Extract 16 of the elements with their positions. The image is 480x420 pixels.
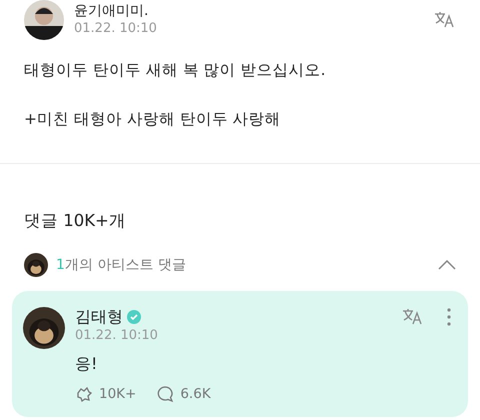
translate-icon[interactable]: [434, 10, 456, 30]
post-text: 태형이두 탄이두 새해 복 많이 받으십시오.: [24, 60, 327, 81]
author-name: 윤기애미미.: [74, 2, 150, 20]
like-count: 10K+: [99, 386, 136, 402]
comment-time: 01.22. 10:10: [75, 327, 159, 345]
post-time: 01.22. 10:10: [74, 20, 158, 38]
artist-comment-summary[interactable]: 1개의 아티스트 댓글: [56, 256, 430, 274]
post-text: +미친 태형아 사랑해 탄이두 사랑해: [24, 109, 282, 130]
chevron-up-icon[interactable]: [438, 260, 456, 270]
reply-count: 6.6K: [180, 386, 211, 402]
comment-icon[interactable]: [156, 385, 174, 403]
translate-icon[interactable]: [402, 307, 424, 327]
comment-text: 응!: [75, 353, 98, 375]
artist-name: 김태형: [75, 308, 123, 326]
comments-title: 댓글 10K+개: [24, 210, 127, 232]
cheer-icon[interactable]: [75, 385, 93, 403]
